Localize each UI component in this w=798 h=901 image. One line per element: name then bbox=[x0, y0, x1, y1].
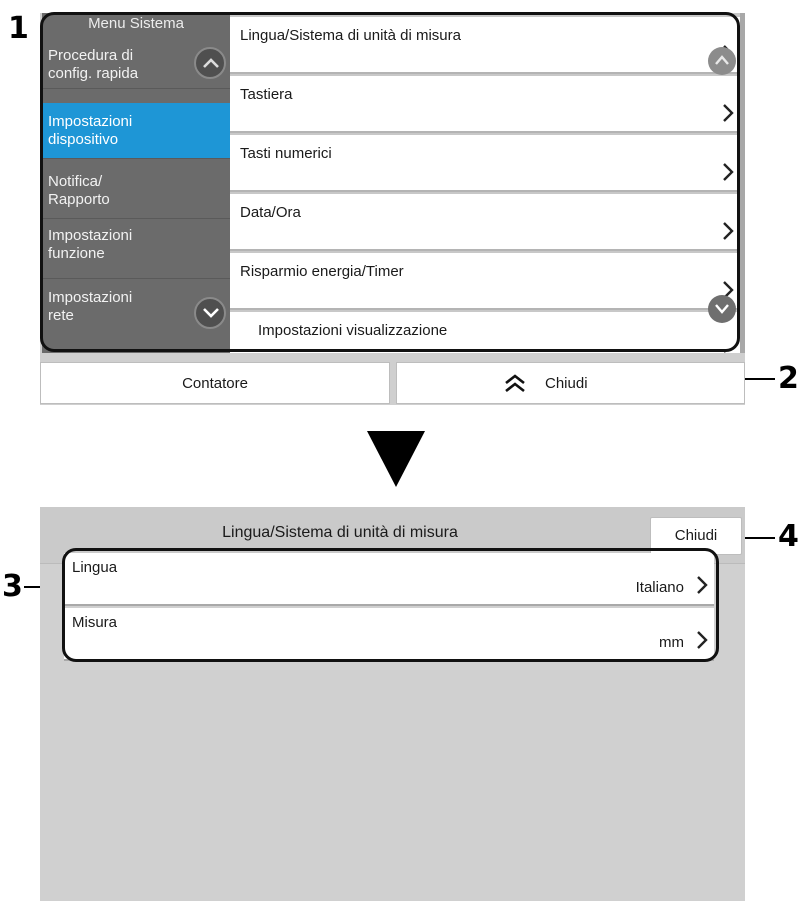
menu-item-keyboard[interactable]: Tastiera bbox=[230, 76, 740, 133]
menu-item-label: Tastiera bbox=[240, 86, 293, 103]
chevron-down-icon bbox=[203, 308, 219, 318]
menu-scroll-up-button[interactable] bbox=[708, 47, 736, 75]
sidebar-item-label: Impostazioni funzione bbox=[48, 227, 133, 262]
close-button[interactable]: Chiudi bbox=[650, 517, 742, 555]
menu-item-label: Lingua/Sistema di unità di misura bbox=[240, 27, 461, 44]
menu-item-label: Data/Ora bbox=[240, 204, 301, 221]
setting-row-measure[interactable]: Misura mm bbox=[64, 608, 714, 661]
sidebar-item-function-settings[interactable]: Impostazioni funzione bbox=[42, 221, 230, 279]
menu-item-label: Risparmio energia/Timer bbox=[240, 263, 404, 280]
setting-label: Lingua bbox=[72, 559, 118, 576]
settings-menu-list: Lingua/Sistema di unità di misura Tastie… bbox=[230, 13, 745, 353]
chevron-right-icon bbox=[723, 163, 734, 181]
close-button-label: Chiudi bbox=[545, 375, 588, 392]
language-units-screen: Lingua/Sistema di unità di misura Chiudi… bbox=[40, 507, 745, 901]
sidebar-item-label: Impostazioni rete bbox=[48, 289, 133, 324]
menu-item-language-units[interactable]: Lingua/Sistema di unità di misura bbox=[230, 17, 740, 74]
chevron-right-icon bbox=[697, 576, 708, 594]
setting-label: Misura bbox=[72, 614, 118, 631]
sidebar-scroll-down-button[interactable] bbox=[194, 297, 226, 329]
menu-scroll-down-button[interactable] bbox=[708, 295, 736, 323]
chevron-right-icon bbox=[723, 222, 734, 240]
menu-item-label: Impostazioni visualizzazione bbox=[258, 322, 448, 339]
counter-button[interactable]: Contatore bbox=[40, 362, 390, 404]
sidebar-item-label: Impostazioni dispositivo bbox=[48, 113, 133, 148]
down-triangle-icon bbox=[367, 431, 425, 487]
page-title: Lingua/Sistema di unità di misura bbox=[222, 524, 458, 541]
menu-item-numeric-keys[interactable]: Tasti numerici bbox=[230, 135, 740, 192]
chevron-right-icon bbox=[724, 352, 726, 353]
callout-1: 1 bbox=[8, 11, 29, 46]
sidebar-scroll-up-button[interactable] bbox=[194, 47, 226, 79]
callout-4-line bbox=[745, 537, 775, 539]
close-button-label: Chiudi bbox=[674, 527, 718, 544]
menu-item-label: Tasti numerici bbox=[240, 145, 332, 162]
close-button[interactable]: Chiudi bbox=[396, 362, 745, 404]
sidebar-item-notification-report[interactable]: Notifica/ Rapporto bbox=[42, 163, 230, 219]
system-menu-screen: Menu Sistema Procedura di config. rapida… bbox=[40, 13, 745, 405]
double-chevron-up-icon bbox=[505, 374, 525, 393]
callout-3: 3 bbox=[2, 569, 23, 604]
sidebar-item-label: Procedura di config. rapida bbox=[48, 47, 139, 82]
sidebar-title: Menu Sistema bbox=[88, 15, 184, 32]
menu-item-display-settings[interactable]: Impostazioni visualizzazione bbox=[230, 312, 740, 353]
callout-2-line bbox=[745, 378, 775, 380]
chevron-right-icon bbox=[723, 104, 734, 122]
chevron-up-icon bbox=[203, 58, 219, 68]
menu-item-date-time[interactable]: Data/Ora bbox=[230, 194, 740, 251]
setting-value: Italiano bbox=[635, 579, 684, 596]
sidebar-item-label: Notifica/ Rapporto bbox=[48, 173, 110, 208]
chevron-right-icon bbox=[697, 631, 708, 649]
setting-row-language[interactable]: Lingua Italiano bbox=[64, 553, 714, 606]
callout-2: 2 bbox=[778, 361, 798, 396]
chevron-up-icon bbox=[715, 55, 729, 65]
sidebar-item-device-settings[interactable]: Impostazioni dispositivo bbox=[42, 103, 230, 159]
menu-scrollbar[interactable] bbox=[740, 13, 745, 353]
counter-button-label: Contatore bbox=[182, 375, 248, 392]
setting-value: mm bbox=[659, 634, 684, 651]
chevron-down-icon bbox=[715, 304, 729, 314]
callout-4: 4 bbox=[778, 519, 798, 554]
sidebar: Menu Sistema Procedura di config. rapida… bbox=[42, 13, 230, 353]
menu-item-energy-saver-timer[interactable]: Risparmio energia/Timer bbox=[230, 253, 740, 310]
